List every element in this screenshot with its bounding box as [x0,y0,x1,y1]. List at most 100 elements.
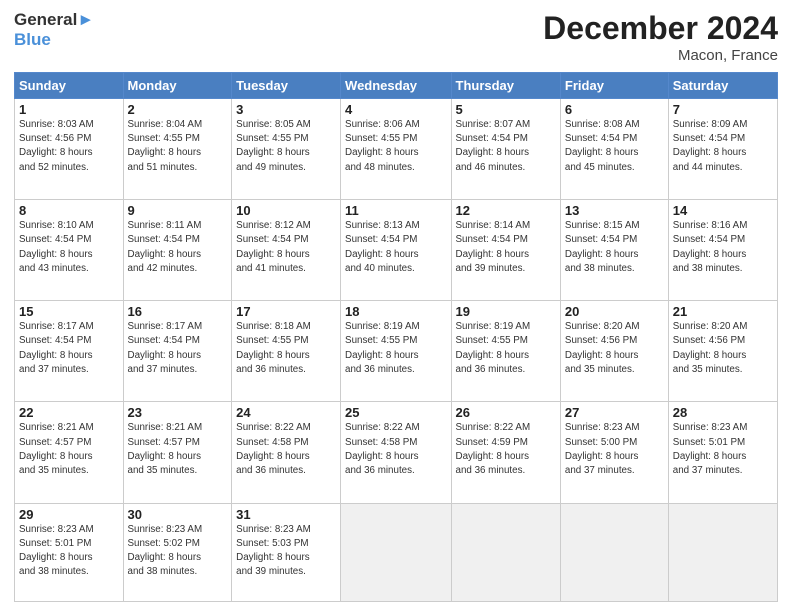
day-number: 17 [236,304,336,319]
table-row: 1 Sunrise: 8:03 AMSunset: 4:56 PMDayligh… [15,99,124,200]
day-number: 10 [236,203,336,218]
day-number: 23 [128,405,228,420]
table-row: 3 Sunrise: 8:05 AMSunset: 4:55 PMDayligh… [232,99,341,200]
calendar-header-row: Sunday Monday Tuesday Wednesday Thursday… [15,73,778,99]
table-row: 26 Sunrise: 8:22 AMSunset: 4:59 PMDaylig… [451,402,560,503]
day-number: 7 [673,102,773,117]
col-saturday: Saturday [668,73,777,99]
table-row: 11 Sunrise: 8:13 AMSunset: 4:54 PMDaylig… [341,200,451,301]
month-title: December 2024 [543,10,778,47]
header: General► Blue December 2024 Macon, Franc… [14,10,778,64]
col-friday: Friday [560,73,668,99]
day-number: 8 [19,203,119,218]
table-row [560,503,668,602]
day-number: 9 [128,203,228,218]
calendar-week-row: 8 Sunrise: 8:10 AMSunset: 4:54 PMDayligh… [15,200,778,301]
day-detail: Sunrise: 8:17 AMSunset: 4:54 PMDaylight:… [19,321,94,375]
table-row: 18 Sunrise: 8:19 AMSunset: 4:55 PMDaylig… [341,301,451,402]
day-detail: Sunrise: 8:13 AMSunset: 4:54 PMDaylight:… [345,220,420,274]
day-number: 20 [565,304,664,319]
day-number: 4 [345,102,446,117]
col-thursday: Thursday [451,73,560,99]
day-detail: Sunrise: 8:07 AMSunset: 4:54 PMDaylight:… [456,119,531,173]
table-row: 14 Sunrise: 8:16 AMSunset: 4:54 PMDaylig… [668,200,777,301]
table-row: 30 Sunrise: 8:23 AMSunset: 5:02 PMDaylig… [123,503,232,602]
table-row: 20 Sunrise: 8:20 AMSunset: 4:56 PMDaylig… [560,301,668,402]
day-detail: Sunrise: 8:23 AMSunset: 5:01 PMDaylight:… [673,422,748,476]
day-number: 12 [456,203,556,218]
day-detail: Sunrise: 8:14 AMSunset: 4:54 PMDaylight:… [456,220,531,274]
logo-text: General► [14,10,94,30]
day-detail: Sunrise: 8:08 AMSunset: 4:54 PMDaylight:… [565,119,640,173]
table-row: 29 Sunrise: 8:23 AMSunset: 5:01 PMDaylig… [15,503,124,602]
table-row: 6 Sunrise: 8:08 AMSunset: 4:54 PMDayligh… [560,99,668,200]
day-detail: Sunrise: 8:03 AMSunset: 4:56 PMDaylight:… [19,119,94,173]
day-detail: Sunrise: 8:04 AMSunset: 4:55 PMDaylight:… [128,119,203,173]
day-number: 31 [236,507,336,522]
day-number: 27 [565,405,664,420]
day-detail: Sunrise: 8:06 AMSunset: 4:55 PMDaylight:… [345,119,420,173]
table-row: 27 Sunrise: 8:23 AMSunset: 5:00 PMDaylig… [560,402,668,503]
table-row: 16 Sunrise: 8:17 AMSunset: 4:54 PMDaylig… [123,301,232,402]
table-row: 17 Sunrise: 8:18 AMSunset: 4:55 PMDaylig… [232,301,341,402]
day-number: 16 [128,304,228,319]
day-number: 18 [345,304,446,319]
day-number: 28 [673,405,773,420]
day-number: 11 [345,203,446,218]
day-detail: Sunrise: 8:05 AMSunset: 4:55 PMDaylight:… [236,119,311,173]
day-detail: Sunrise: 8:16 AMSunset: 4:54 PMDaylight:… [673,220,748,274]
calendar-week-row: 29 Sunrise: 8:23 AMSunset: 5:01 PMDaylig… [15,503,778,602]
day-number: 3 [236,102,336,117]
day-number: 6 [565,102,664,117]
day-number: 15 [19,304,119,319]
day-detail: Sunrise: 8:18 AMSunset: 4:55 PMDaylight:… [236,321,311,375]
calendar-week-row: 1 Sunrise: 8:03 AMSunset: 4:56 PMDayligh… [15,99,778,200]
logo: General► Blue [14,10,94,51]
col-monday: Monday [123,73,232,99]
logo-text2: Blue [14,30,94,50]
col-tuesday: Tuesday [232,73,341,99]
day-detail: Sunrise: 8:20 AMSunset: 4:56 PMDaylight:… [565,321,640,375]
day-detail: Sunrise: 8:09 AMSunset: 4:54 PMDaylight:… [673,119,748,173]
table-row: 15 Sunrise: 8:17 AMSunset: 4:54 PMDaylig… [15,301,124,402]
day-number: 24 [236,405,336,420]
table-row: 5 Sunrise: 8:07 AMSunset: 4:54 PMDayligh… [451,99,560,200]
day-detail: Sunrise: 8:19 AMSunset: 4:55 PMDaylight:… [345,321,420,375]
day-detail: Sunrise: 8:21 AMSunset: 4:57 PMDaylight:… [128,422,203,476]
day-number: 26 [456,405,556,420]
day-number: 1 [19,102,119,117]
col-sunday: Sunday [15,73,124,99]
day-detail: Sunrise: 8:11 AMSunset: 4:54 PMDaylight:… [128,220,202,274]
table-row: 28 Sunrise: 8:23 AMSunset: 5:01 PMDaylig… [668,402,777,503]
table-row [451,503,560,602]
calendar-table: Sunday Monday Tuesday Wednesday Thursday… [14,72,778,602]
day-number: 14 [673,203,773,218]
table-row: 31 Sunrise: 8:23 AMSunset: 5:03 PMDaylig… [232,503,341,602]
table-row: 24 Sunrise: 8:22 AMSunset: 4:58 PMDaylig… [232,402,341,503]
calendar-week-row: 15 Sunrise: 8:17 AMSunset: 4:54 PMDaylig… [15,301,778,402]
day-detail: Sunrise: 8:23 AMSunset: 5:03 PMDaylight:… [236,524,311,578]
day-number: 2 [128,102,228,117]
table-row: 9 Sunrise: 8:11 AMSunset: 4:54 PMDayligh… [123,200,232,301]
table-row: 2 Sunrise: 8:04 AMSunset: 4:55 PMDayligh… [123,99,232,200]
day-number: 21 [673,304,773,319]
day-detail: Sunrise: 8:23 AMSunset: 5:01 PMDaylight:… [19,524,94,578]
day-number: 13 [565,203,664,218]
table-row: 8 Sunrise: 8:10 AMSunset: 4:54 PMDayligh… [15,200,124,301]
day-number: 29 [19,507,119,522]
day-detail: Sunrise: 8:22 AMSunset: 4:58 PMDaylight:… [236,422,311,476]
table-row: 22 Sunrise: 8:21 AMSunset: 4:57 PMDaylig… [15,402,124,503]
table-row: 23 Sunrise: 8:21 AMSunset: 4:57 PMDaylig… [123,402,232,503]
table-row: 12 Sunrise: 8:14 AMSunset: 4:54 PMDaylig… [451,200,560,301]
day-detail: Sunrise: 8:17 AMSunset: 4:54 PMDaylight:… [128,321,203,375]
day-number: 25 [345,405,446,420]
day-detail: Sunrise: 8:21 AMSunset: 4:57 PMDaylight:… [19,422,94,476]
day-detail: Sunrise: 8:22 AMSunset: 4:58 PMDaylight:… [345,422,420,476]
day-number: 5 [456,102,556,117]
calendar-week-row: 22 Sunrise: 8:21 AMSunset: 4:57 PMDaylig… [15,402,778,503]
day-detail: Sunrise: 8:23 AMSunset: 5:02 PMDaylight:… [128,524,203,578]
col-wednesday: Wednesday [341,73,451,99]
day-detail: Sunrise: 8:20 AMSunset: 4:56 PMDaylight:… [673,321,748,375]
day-number: 22 [19,405,119,420]
day-detail: Sunrise: 8:15 AMSunset: 4:54 PMDaylight:… [565,220,640,274]
